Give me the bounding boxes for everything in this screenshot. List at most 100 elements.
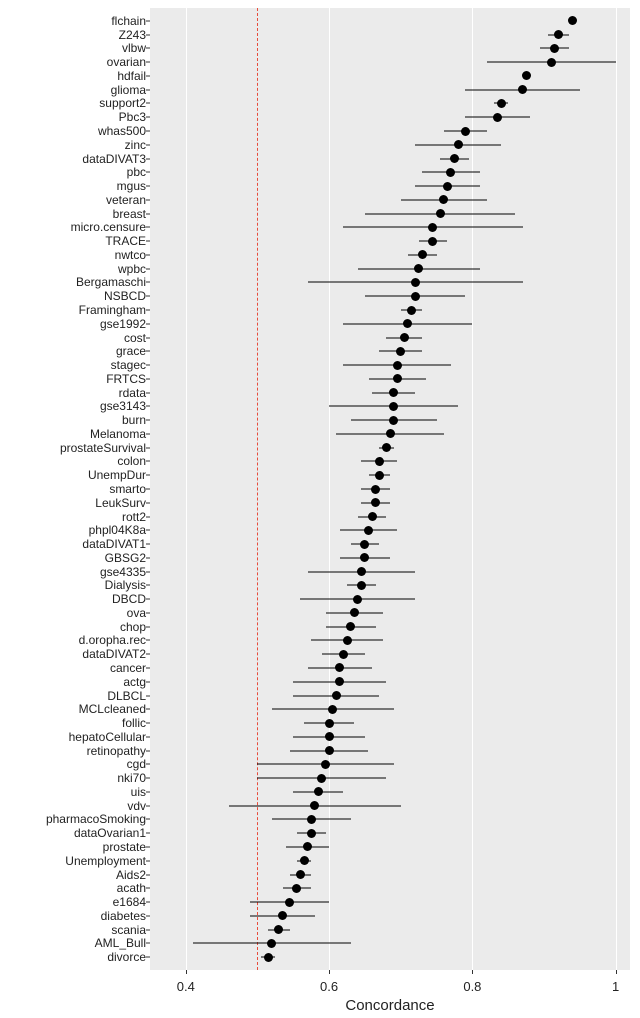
y-tick-mark <box>146 310 150 311</box>
y-tick-label: pharmacoSmoking <box>46 813 146 825</box>
y-tick-label: Bergamaschi <box>76 276 146 288</box>
y-tick-label: uis <box>131 786 146 798</box>
y-tick-mark <box>146 846 150 847</box>
y-tick-mark <box>146 461 150 462</box>
data-point <box>414 264 423 273</box>
y-tick-label: whas500 <box>98 125 146 137</box>
data-point <box>493 113 502 122</box>
y-tick-mark <box>146 502 150 503</box>
x-tick-label: 0.8 <box>463 979 481 994</box>
data-point <box>278 911 287 920</box>
y-tick-label: dataDIVAT3 <box>82 153 146 165</box>
y-tick-label: diabetes <box>101 910 146 922</box>
y-tick-label: Z243 <box>119 29 146 41</box>
data-point <box>396 347 405 356</box>
y-tick-mark <box>146 172 150 173</box>
y-tick-mark <box>146 282 150 283</box>
data-point <box>393 374 402 383</box>
y-tick-label: rott2 <box>122 511 146 523</box>
y-tick-mark <box>146 20 150 21</box>
y-tick-label: vdv <box>127 800 146 812</box>
x-tick-mark <box>186 970 187 974</box>
y-tick-label: ova <box>127 607 146 619</box>
x-tick-label: 0.4 <box>177 979 195 994</box>
y-tick-label: grace <box>116 345 146 357</box>
data-point <box>346 622 355 631</box>
data-point <box>360 540 369 549</box>
grid-line <box>616 8 617 970</box>
data-point <box>439 195 448 204</box>
y-tick-label: Unemployment <box>65 855 146 867</box>
y-tick-label: dataOvarian1 <box>74 827 146 839</box>
y-tick-mark <box>146 640 150 641</box>
data-point <box>389 416 398 425</box>
y-tick-label: d.oropha.rec <box>79 634 146 646</box>
y-tick-label: NSBCD <box>104 290 146 302</box>
data-point <box>389 402 398 411</box>
data-point <box>350 608 359 617</box>
data-point <box>353 595 362 604</box>
data-point <box>307 815 316 824</box>
y-tick-label: stagec <box>111 359 146 371</box>
y-tick-label: LeukSurv <box>95 497 146 509</box>
y-tick-mark <box>146 34 150 35</box>
y-tick-mark <box>146 929 150 930</box>
y-tick-label: FRTCS <box>106 373 146 385</box>
plot-panel <box>150 8 630 970</box>
data-point <box>407 306 416 315</box>
y-tick-mark <box>146 612 150 613</box>
data-point <box>382 443 391 452</box>
y-tick-mark <box>146 75 150 76</box>
y-tick-label: cost <box>124 332 146 344</box>
y-tick-mark <box>146 144 150 145</box>
data-point <box>418 250 427 259</box>
y-tick-mark <box>146 254 150 255</box>
y-tick-label: TRACE <box>105 235 146 247</box>
data-point <box>518 85 527 94</box>
y-tick-label: GBSG2 <box>105 552 146 564</box>
y-tick-mark <box>146 723 150 724</box>
data-point <box>375 457 384 466</box>
y-tick-mark <box>146 420 150 421</box>
data-point <box>393 361 402 370</box>
data-point <box>411 292 420 301</box>
data-point <box>547 58 556 67</box>
y-tick-mark <box>146 957 150 958</box>
y-tick-mark <box>146 433 150 434</box>
data-point <box>368 512 377 521</box>
y-tick-mark <box>146 268 150 269</box>
y-tick-mark <box>146 915 150 916</box>
y-tick-label: mgus <box>117 180 146 192</box>
y-tick-mark <box>146 378 150 379</box>
data-point <box>343 636 352 645</box>
y-tick-mark <box>146 654 150 655</box>
y-tick-label: nwtco <box>115 249 146 261</box>
y-tick-mark <box>146 62 150 63</box>
y-tick-mark <box>146 626 150 627</box>
y-tick-mark <box>146 117 150 118</box>
data-point <box>317 774 326 783</box>
y-tick-mark <box>146 585 150 586</box>
data-point <box>436 209 445 218</box>
x-tick-label: 0.6 <box>320 979 338 994</box>
y-tick-label: flchain <box>111 15 146 27</box>
y-tick-mark <box>146 392 150 393</box>
y-tick-label: zinc <box>125 139 146 151</box>
y-tick-label: gse3143 <box>100 400 146 412</box>
y-tick-label: Melanoma <box>90 428 146 440</box>
y-tick-label: burn <box>122 414 146 426</box>
y-tick-mark <box>146 695 150 696</box>
y-tick-label: micro.censure <box>71 221 146 233</box>
data-point <box>335 663 344 672</box>
y-tick-mark <box>146 819 150 820</box>
data-point <box>296 870 305 879</box>
y-tick-label: colon <box>117 455 146 467</box>
data-point <box>386 429 395 438</box>
data-point <box>400 333 409 342</box>
y-tick-mark <box>146 860 150 861</box>
y-tick-label: smarto <box>109 483 146 495</box>
y-tick-mark <box>146 103 150 104</box>
data-point <box>332 691 341 700</box>
data-point <box>357 581 366 590</box>
y-tick-label: phpl04K8a <box>89 524 146 536</box>
